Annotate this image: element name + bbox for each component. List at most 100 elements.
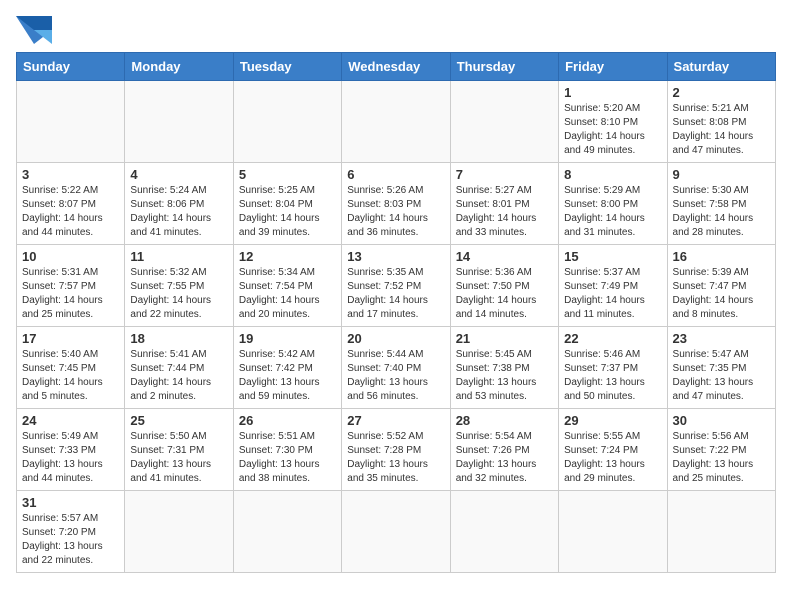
calendar-day-cell: 6 Sunrise: 5:26 AM Sunset: 8:03 PM Daylig… [342,163,450,245]
day-number: 17 [22,331,119,346]
day-number: 27 [347,413,444,428]
weekday-header-row: SundayMondayTuesdayWednesdayThursdayFrid… [17,53,776,81]
calendar-day-cell [667,491,775,573]
day-info: Sunrise: 5:39 AM Sunset: 7:47 PM Dayligh… [673,266,770,322]
calendar-day-cell: 13Sunrise: 5:35 AM Sunset: 7:52 PM Dayli… [342,245,450,327]
weekday-header-wednesday: Wednesday [342,53,450,81]
calendar-day-cell [559,491,667,573]
day-number: 16 [673,249,770,264]
calendar-body: 1 Sunrise: 5:20 AM Sunset: 8:10 PM Daylig… [17,81,776,573]
weekday-header-tuesday: Tuesday [233,53,341,81]
day-number: 9 [673,167,770,182]
calendar-day-cell [17,81,125,163]
calendar-header: SundayMondayTuesdayWednesdayThursdayFrid… [17,53,776,81]
logo-icon [16,16,52,44]
calendar-day-cell [342,491,450,573]
calendar-day-cell: 25Sunrise: 5:50 AM Sunset: 7:31 PM Dayli… [125,409,233,491]
day-info: Sunrise: 5:31 AM Sunset: 7:57 PM Dayligh… [22,266,119,322]
day-info: Sunrise: 5:42 AM Sunset: 7:42 PM Dayligh… [239,348,336,404]
day-info: Sunrise: 5:44 AM Sunset: 7:40 PM Dayligh… [347,348,444,404]
day-number: 11 [130,249,227,264]
day-info: Sunrise: 5:49 AM Sunset: 7:33 PM Dayligh… [22,430,119,486]
day-info: Sunrise: 5:55 AM Sunset: 7:24 PM Dayligh… [564,430,661,486]
calendar-week-row: 17 Sunrise: 5:40 AM Sunset: 7:45 PM Dayli… [17,327,776,409]
logo [16,16,56,44]
calendar-day-cell: 11 Sunrise: 5:32 AM Sunset: 7:55 PM Dayli… [125,245,233,327]
calendar-day-cell: 30Sunrise: 5:56 AM Sunset: 7:22 PM Dayli… [667,409,775,491]
day-number: 23 [673,331,770,346]
day-info: Sunrise: 5:52 AM Sunset: 7:28 PM Dayligh… [347,430,444,486]
day-info: Sunrise: 5:29 AM Sunset: 8:00 PM Dayligh… [564,184,661,240]
day-info: Sunrise: 5:54 AM Sunset: 7:26 PM Dayligh… [456,430,553,486]
calendar-day-cell: 4Sunrise: 5:24 AM Sunset: 8:06 PM Daylig… [125,163,233,245]
calendar-day-cell: 24 Sunrise: 5:49 AM Sunset: 7:33 PM Dayli… [17,409,125,491]
day-info: Sunrise: 5:51 AM Sunset: 7:30 PM Dayligh… [239,430,336,486]
header [16,16,776,44]
calendar-week-row: 10Sunrise: 5:31 AM Sunset: 7:57 PM Dayli… [17,245,776,327]
calendar-day-cell: 12 Sunrise: 5:34 AM Sunset: 7:54 PM Dayli… [233,245,341,327]
calendar-day-cell: 1 Sunrise: 5:20 AM Sunset: 8:10 PM Daylig… [559,81,667,163]
calendar-day-cell: 15 Sunrise: 5:37 AM Sunset: 7:49 PM Dayli… [559,245,667,327]
day-info: Sunrise: 5:34 AM Sunset: 7:54 PM Dayligh… [239,266,336,322]
calendar-day-cell: 7 Sunrise: 5:27 AM Sunset: 8:01 PM Daylig… [450,163,558,245]
day-number: 20 [347,331,444,346]
calendar-day-cell: 5Sunrise: 5:25 AM Sunset: 8:04 PM Daylig… [233,163,341,245]
day-number: 7 [456,167,553,182]
calendar-day-cell: 31Sunrise: 5:57 AM Sunset: 7:20 PM Dayli… [17,491,125,573]
weekday-header-thursday: Thursday [450,53,558,81]
day-info: Sunrise: 5:46 AM Sunset: 7:37 PM Dayligh… [564,348,661,404]
day-number: 1 [564,85,661,100]
day-info: Sunrise: 5:37 AM Sunset: 7:49 PM Dayligh… [564,266,661,322]
calendar-day-cell: 23Sunrise: 5:47 AM Sunset: 7:35 PM Dayli… [667,327,775,409]
day-info: Sunrise: 5:35 AM Sunset: 7:52 PM Dayligh… [347,266,444,322]
day-number: 15 [564,249,661,264]
day-info: Sunrise: 5:50 AM Sunset: 7:31 PM Dayligh… [130,430,227,486]
calendar-day-cell: 28 Sunrise: 5:54 AM Sunset: 7:26 PM Dayli… [450,409,558,491]
calendar-day-cell: 2 Sunrise: 5:21 AM Sunset: 8:08 PM Daylig… [667,81,775,163]
day-number: 21 [456,331,553,346]
day-number: 24 [22,413,119,428]
day-info: Sunrise: 5:36 AM Sunset: 7:50 PM Dayligh… [456,266,553,322]
day-info: Sunrise: 5:27 AM Sunset: 8:01 PM Dayligh… [456,184,553,240]
day-info: Sunrise: 5:24 AM Sunset: 8:06 PM Dayligh… [130,184,227,240]
day-info: Sunrise: 5:40 AM Sunset: 7:45 PM Dayligh… [22,348,119,404]
calendar-day-cell [125,81,233,163]
day-number: 29 [564,413,661,428]
day-number: 2 [673,85,770,100]
day-number: 12 [239,249,336,264]
day-info: Sunrise: 5:45 AM Sunset: 7:38 PM Dayligh… [456,348,553,404]
day-number: 6 [347,167,444,182]
calendar-day-cell: 27 Sunrise: 5:52 AM Sunset: 7:28 PM Dayli… [342,409,450,491]
calendar-day-cell [233,491,341,573]
calendar-week-row: 31Sunrise: 5:57 AM Sunset: 7:20 PM Dayli… [17,491,776,573]
day-info: Sunrise: 5:20 AM Sunset: 8:10 PM Dayligh… [564,102,661,158]
day-number: 28 [456,413,553,428]
day-info: Sunrise: 5:56 AM Sunset: 7:22 PM Dayligh… [673,430,770,486]
day-info: Sunrise: 5:22 AM Sunset: 8:07 PM Dayligh… [22,184,119,240]
day-info: Sunrise: 5:32 AM Sunset: 7:55 PM Dayligh… [130,266,227,322]
calendar-week-row: 24 Sunrise: 5:49 AM Sunset: 7:33 PM Dayli… [17,409,776,491]
calendar-week-row: 3 Sunrise: 5:22 AM Sunset: 8:07 PM Daylig… [17,163,776,245]
page-container: SundayMondayTuesdayWednesdayThursdayFrid… [16,16,776,573]
calendar-day-cell [233,81,341,163]
day-number: 19 [239,331,336,346]
day-info: Sunrise: 5:21 AM Sunset: 8:08 PM Dayligh… [673,102,770,158]
day-info: Sunrise: 5:41 AM Sunset: 7:44 PM Dayligh… [130,348,227,404]
day-number: 18 [130,331,227,346]
day-info: Sunrise: 5:25 AM Sunset: 8:04 PM Dayligh… [239,184,336,240]
day-info: Sunrise: 5:57 AM Sunset: 7:20 PM Dayligh… [22,512,119,568]
day-number: 3 [22,167,119,182]
day-number: 22 [564,331,661,346]
calendar-day-cell: 16 Sunrise: 5:39 AM Sunset: 7:47 PM Dayli… [667,245,775,327]
weekday-header-saturday: Saturday [667,53,775,81]
calendar-table: SundayMondayTuesdayWednesdayThursdayFrid… [16,52,776,573]
day-info: Sunrise: 5:26 AM Sunset: 8:03 PM Dayligh… [347,184,444,240]
calendar-day-cell: 22 Sunrise: 5:46 AM Sunset: 7:37 PM Dayli… [559,327,667,409]
calendar-day-cell: 9Sunrise: 5:30 AM Sunset: 7:58 PM Daylig… [667,163,775,245]
calendar-day-cell: 21 Sunrise: 5:45 AM Sunset: 7:38 PM Dayli… [450,327,558,409]
calendar-day-cell: 14Sunrise: 5:36 AM Sunset: 7:50 PM Dayli… [450,245,558,327]
weekday-header-friday: Friday [559,53,667,81]
weekday-header-monday: Monday [125,53,233,81]
calendar-day-cell: 3 Sunrise: 5:22 AM Sunset: 8:07 PM Daylig… [17,163,125,245]
calendar-day-cell: 10Sunrise: 5:31 AM Sunset: 7:57 PM Dayli… [17,245,125,327]
